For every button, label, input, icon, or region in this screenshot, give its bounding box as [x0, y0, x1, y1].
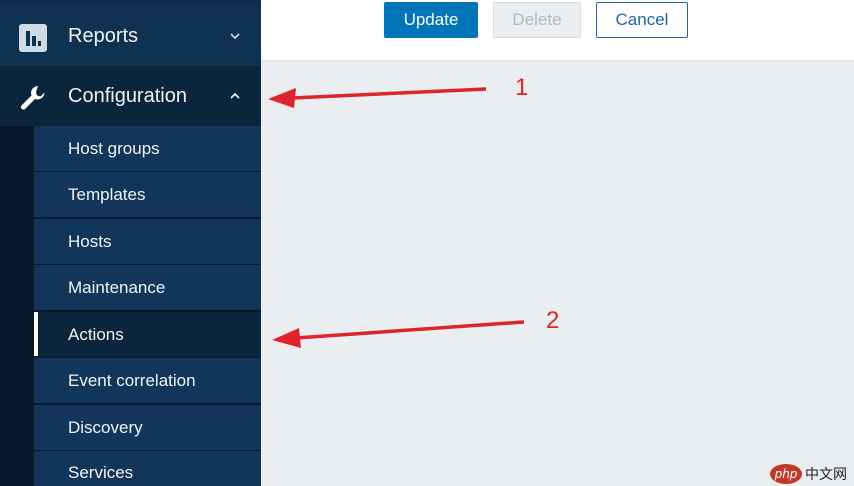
selected-indicator [34, 312, 38, 356]
sidebar-item-services[interactable]: Services [34, 451, 261, 486]
menu-reports-label: Reports [68, 24, 139, 47]
menu-configuration[interactable]: Configuration [0, 66, 261, 126]
sidebar-item-label: Discovery [68, 417, 143, 437]
arrow-1 [268, 87, 487, 108]
menu-configuration-label: Configuration [68, 84, 187, 107]
annotation-label-1: 1 [515, 74, 529, 101]
sidebar-item-host-groups[interactable]: Host groups [34, 126, 261, 171]
bar-chart-icon [19, 24, 47, 52]
sidebar: Reports Configuration Host groups Templa… [0, 0, 261, 486]
sidebar-item-label: Templates [68, 184, 146, 204]
sidebar-item-label: Maintenance [68, 277, 166, 297]
sidebar-item-event-correlation[interactable]: Event correlation [34, 358, 261, 403]
chevron-up-icon [230, 92, 240, 99]
menu-reports[interactable]: Reports [0, 6, 261, 66]
sidebar-item-label: Host groups [68, 138, 160, 158]
sidebar-item-maintenance[interactable]: Maintenance [34, 265, 261, 310]
watermark-text: 中文网 [805, 467, 847, 483]
sidebar-item-actions[interactable]: Actions [34, 312, 261, 357]
form-toolbar: Update Delete Cancel [261, 0, 854, 61]
watermark-badge: php [770, 464, 802, 484]
watermark: php 中文网 [770, 462, 854, 486]
delete-button[interactable]: Delete [493, 2, 581, 38]
sidebar-item-discovery[interactable]: Discovery [34, 405, 261, 450]
annotation-label-2: 2 [546, 307, 560, 334]
sidebar-item-label: Event correlation [68, 370, 196, 390]
cancel-button[interactable]: Cancel [596, 2, 688, 38]
sidebar-item-hosts[interactable]: Hosts [34, 219, 261, 264]
arrow-2 [272, 320, 525, 348]
wrench-icon [20, 86, 45, 110]
sidebar-item-label: Services [68, 463, 134, 482]
sidebar-item-templates[interactable]: Templates [34, 172, 261, 217]
update-button[interactable]: Update [384, 2, 478, 38]
sidebar-item-label: Actions [68, 324, 124, 344]
sidebar-item-label: Hosts [68, 231, 112, 251]
chevron-down-icon [230, 33, 240, 40]
